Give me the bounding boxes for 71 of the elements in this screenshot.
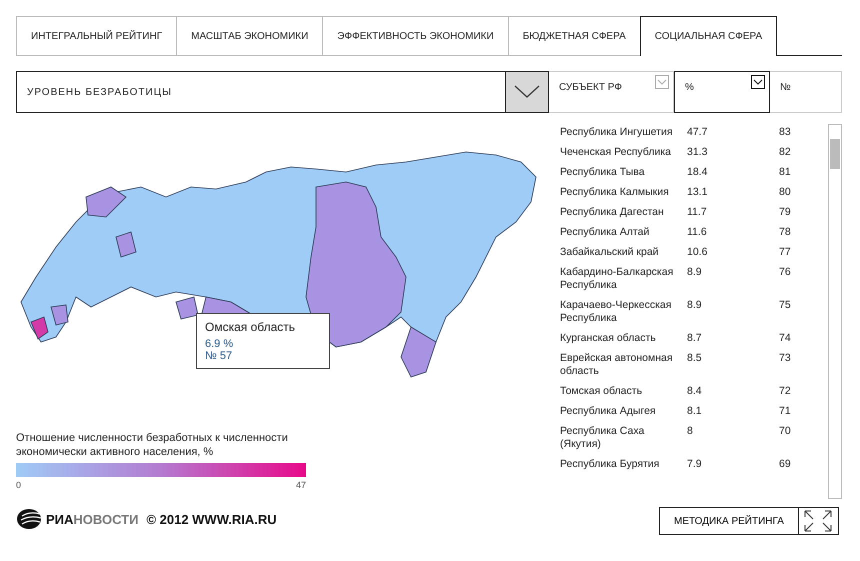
table-cell: 78 <box>779 226 791 239</box>
table-cell-text: Республика Дагестан <box>560 206 665 220</box>
method-button[interactable]: МЕТОДИКА РЕЙТИНГА <box>659 507 799 535</box>
copyright-text: © 2012 WWW.RIA.RU <box>146 512 277 526</box>
fullscreen-button[interactable] <box>798 507 839 535</box>
table-cell: 71 <box>779 405 791 418</box>
table-cell: 70 <box>779 425 791 438</box>
table-cell-text: 47.7 <box>687 126 708 139</box>
table-cell-text: Кабардино-Балкарская Республика <box>560 266 674 293</box>
table-cell-text: 31.3 <box>687 146 708 159</box>
column-header[interactable]: СУБЪЕКТ РФ <box>549 71 674 113</box>
table-cell-text: Республика Ингушетия <box>560 126 674 140</box>
table-cell: 73 <box>779 352 791 365</box>
column-header[interactable]: № <box>770 71 842 113</box>
globe-logo-icon <box>16 508 42 530</box>
table-cell: 80 <box>779 186 791 199</box>
tab[interactable]: ЭФФЕКТИВНОСТЬ ЭКОНОМИКИ <box>322 16 508 56</box>
table-cell-text: 8 <box>687 425 694 438</box>
table-cell-text: 8.5 <box>687 352 703 365</box>
table-cell: 79 <box>779 206 791 219</box>
column-header[interactable]: % <box>674 71 770 113</box>
logo-wordmark: РИАНОВОСТИ <box>46 512 138 526</box>
table-cell: 75 <box>779 299 791 312</box>
table-cell-text: 8.9 <box>687 266 703 279</box>
fullscreen-icon <box>803 509 834 533</box>
table-cell: 76 <box>779 266 791 279</box>
tab[interactable]: ИНТЕГРАЛЬНЫЙ РЕЙТИНГ <box>16 16 176 56</box>
table-cell: 72 <box>779 385 791 398</box>
table-cell: 77 <box>779 246 791 259</box>
table-cell-text: Еврейская автономная область <box>560 352 674 379</box>
tab[interactable]: БЮДЖЕТНАЯ СФЕРА <box>508 16 640 56</box>
table-cell-text: Республика Адыгея <box>560 405 657 419</box>
table-cell: 69 <box>779 458 791 471</box>
tooltip-rank: № 57 <box>205 350 234 362</box>
table-cell-text: 8.4 <box>687 385 703 398</box>
table-cell-text: Карачаево-Черкесская Республика <box>560 299 672 326</box>
scale-max-label: 47 <box>296 480 306 490</box>
legend-title: Отношение численности безработных к численности экономически активного населения, % <box>16 431 289 459</box>
scale-min-label: 0 <box>16 480 22 490</box>
tab[interactable]: МАСШТАБ ЭКОНОМИКИ <box>176 16 322 56</box>
table-cell-text: 13.1 <box>687 186 708 199</box>
chevron-down-icon <box>514 85 540 99</box>
table-cell-text: 8.1 <box>687 405 703 418</box>
table-cell-text: Курганская область <box>560 332 657 346</box>
table-cell-text: 18.4 <box>687 166 708 179</box>
tooltip-region-name: Омская область <box>205 320 296 334</box>
scrollbar[interactable] <box>828 124 842 499</box>
table-cell-text: 8.9 <box>687 299 703 312</box>
table-cell-text: Чеченская Республика <box>560 146 672 160</box>
sort-icon[interactable] <box>751 75 765 89</box>
table-cell-text: Республика Калмыкия <box>560 186 670 200</box>
indicator-dropdown[interactable]: УРОВЕНЬ БЕЗРАБОТИЦЫ <box>16 71 549 113</box>
table-cell-text: 8.7 <box>687 332 703 345</box>
table-cell-text: 7.9 <box>687 458 703 471</box>
table-cell-text: Республика Тыва <box>560 166 646 180</box>
table-cell-text: 11.7 <box>687 206 708 219</box>
table-cell-text: 10.6 <box>687 246 708 259</box>
scrollbar-thumb[interactable] <box>830 139 840 169</box>
table-cell: 82 <box>779 146 791 159</box>
table-cell-text: Республика Саха (Якутия) <box>560 425 646 452</box>
tab[interactable]: СОЦИАЛЬНАЯ СФЕРА <box>640 16 778 56</box>
table-cell-text: Забайкальский край <box>560 246 660 260</box>
table-cell: 83 <box>779 126 791 139</box>
table-cell: 81 <box>779 166 791 179</box>
table-cell-text: Томская область <box>560 385 644 399</box>
table-cell-text: 11.6 <box>687 226 708 239</box>
dropdown-button[interactable] <box>505 72 548 112</box>
table-cell: 74 <box>779 332 791 345</box>
tooltip-value: 6.9 % <box>205 338 234 350</box>
table-cell-text: Республика Алтай <box>560 226 650 240</box>
table-cell-text: Республика Бурятия <box>560 458 660 472</box>
